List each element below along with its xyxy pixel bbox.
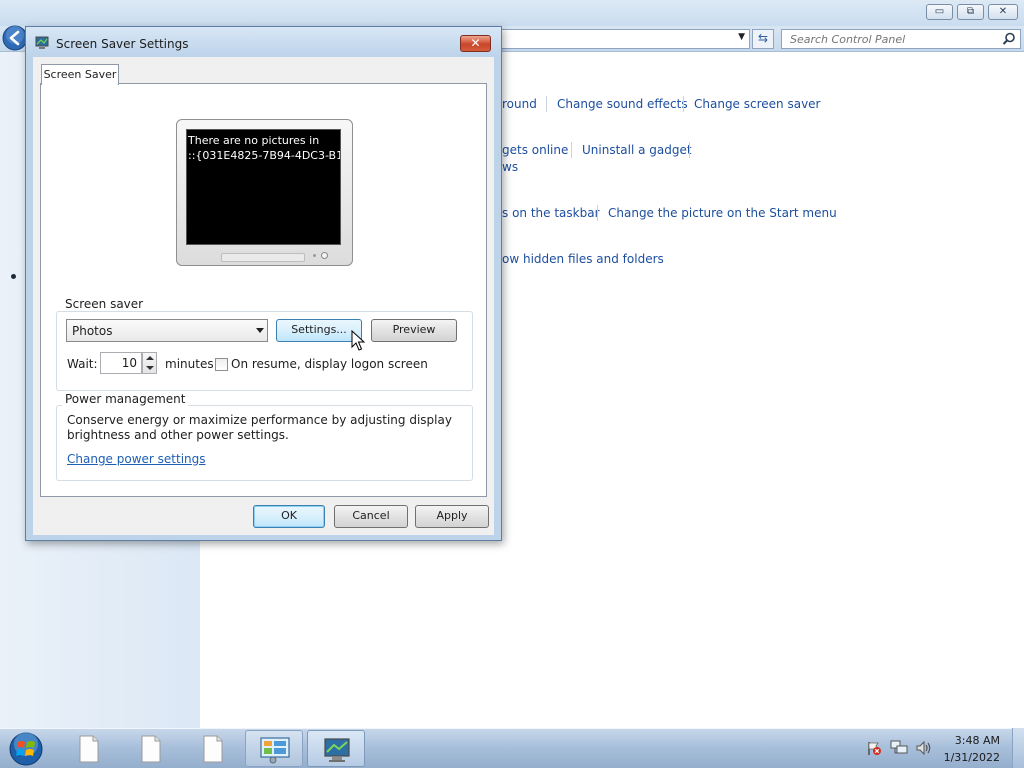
link-separator (546, 96, 547, 112)
personalization-links: round (502, 97, 537, 111)
dialog-title: Screen Saver Settings (56, 37, 189, 51)
bullet (11, 274, 16, 279)
taskbar-item-screen-saver-settings[interactable] (307, 730, 365, 767)
clock-time[interactable]: 3:48 AM (955, 734, 1000, 747)
preview-text-line2: ::{031E4825-7B94-4DC3-B131 (188, 149, 341, 162)
spin-up-icon[interactable] (146, 356, 154, 360)
file-icon (203, 735, 223, 763)
dialog-close-button[interactable]: ✕ (460, 35, 491, 52)
resume-logon-label[interactable]: On resume, display logon screen (231, 357, 428, 371)
power-description-line1: Conserve energy or maximize performance … (67, 413, 452, 427)
screen-saver-group-label: Screen saver (62, 297, 147, 311)
restore-gadgets-link[interactable]: ws (502, 160, 518, 174)
link-separator (683, 96, 684, 112)
screen-saver-settings-dialog: Screen Saver Settings ✕ Screen Saver The… (25, 26, 502, 541)
change-start-menu-picture-link[interactable]: Change the picture on the Start menu (608, 206, 837, 220)
taskbar-item-file-3[interactable] (184, 730, 242, 767)
tab-screen-saver[interactable]: Screen Saver (41, 64, 119, 85)
dialog-titlebar[interactable]: Screen Saver Settings ✕ (26, 27, 501, 57)
restore-button[interactable]: ⧉ (957, 4, 984, 20)
customize-taskbar-icons-link[interactable]: s on the taskbar (502, 206, 600, 220)
screen-saver-icon (324, 738, 350, 762)
link-separator (597, 205, 598, 221)
get-gadgets-online-link[interactable]: gets online (502, 143, 568, 157)
chevron-down-icon (256, 328, 264, 333)
mouse-cursor-icon (351, 330, 365, 351)
action-center-flag-icon[interactable] (866, 740, 882, 756)
power-management-group-label: Power management (62, 392, 189, 406)
network-icon[interactable] (890, 740, 908, 756)
search-icon[interactable] (1001, 31, 1017, 47)
monitor-power-icon (321, 252, 328, 259)
search-input[interactable] (782, 30, 994, 48)
wait-label: Wait: (67, 357, 98, 371)
screen-saver-icon (35, 36, 49, 49)
taskbar-item-file-1[interactable] (60, 730, 118, 767)
link-separator (571, 142, 572, 158)
refresh-icon[interactable]: ⇆ (752, 29, 774, 49)
close-button[interactable]: ✕ (988, 4, 1018, 20)
address-field[interactable]: ▼ (478, 29, 750, 49)
preview-button[interactable]: Preview (371, 319, 457, 342)
screen-saver-selected: Photos (72, 324, 113, 338)
wait-spinner[interactable] (142, 352, 157, 374)
change-sound-effects-link[interactable]: Change sound effects (557, 97, 688, 111)
ok-button[interactable]: OK (253, 505, 325, 528)
file-icon (141, 735, 161, 763)
clock-date[interactable]: 1/31/2022 (944, 751, 1000, 764)
volume-icon[interactable] (915, 740, 933, 756)
minimize-button[interactable]: ▭ (926, 4, 953, 20)
resume-logon-checkbox[interactable] (215, 358, 228, 371)
taskbar-item-file-2[interactable] (122, 730, 180, 767)
search-box[interactable] (781, 29, 1021, 49)
control-panel-icon (260, 737, 290, 764)
settings-button[interactable]: Settings... (276, 319, 362, 342)
apply-button[interactable]: Apply (415, 505, 489, 528)
preview-text-line1: There are no pictures in (188, 134, 320, 147)
system-tray: 3:48 AM 1/31/2022 (858, 728, 1024, 768)
start-button-icon[interactable] (6, 731, 46, 767)
uninstall-gadget-link[interactable]: Uninstall a gadget (582, 143, 692, 157)
control-panel-titlebar: ▭ ⧉ ✕ (0, 0, 1024, 26)
change-background-link[interactable]: round (502, 97, 537, 111)
monitor-stand (221, 253, 305, 262)
monitor-led (313, 254, 316, 257)
show-hidden-files-link[interactable]: ow hidden files and folders (502, 252, 664, 266)
wait-minutes-input[interactable] (100, 352, 142, 374)
change-power-settings-link[interactable]: Change power settings (67, 452, 206, 466)
power-description-line2: brightness and other power settings. (67, 428, 289, 442)
file-icon (79, 735, 99, 763)
taskbar-item-control-panel[interactable] (245, 730, 303, 767)
show-desktop-button[interactable] (1012, 728, 1024, 768)
link-separator (689, 142, 690, 158)
change-screen-saver-link[interactable]: Change screen saver (694, 97, 821, 111)
screen-saver-dropdown[interactable]: Photos (66, 319, 268, 342)
minutes-label: minutes (165, 357, 214, 371)
cancel-button[interactable]: Cancel (334, 505, 408, 528)
preview-screen: There are no pictures in ::{031E4825-7B9… (186, 129, 341, 245)
spin-down-icon[interactable] (146, 366, 154, 370)
chevron-down-icon[interactable]: ▼ (738, 32, 745, 42)
